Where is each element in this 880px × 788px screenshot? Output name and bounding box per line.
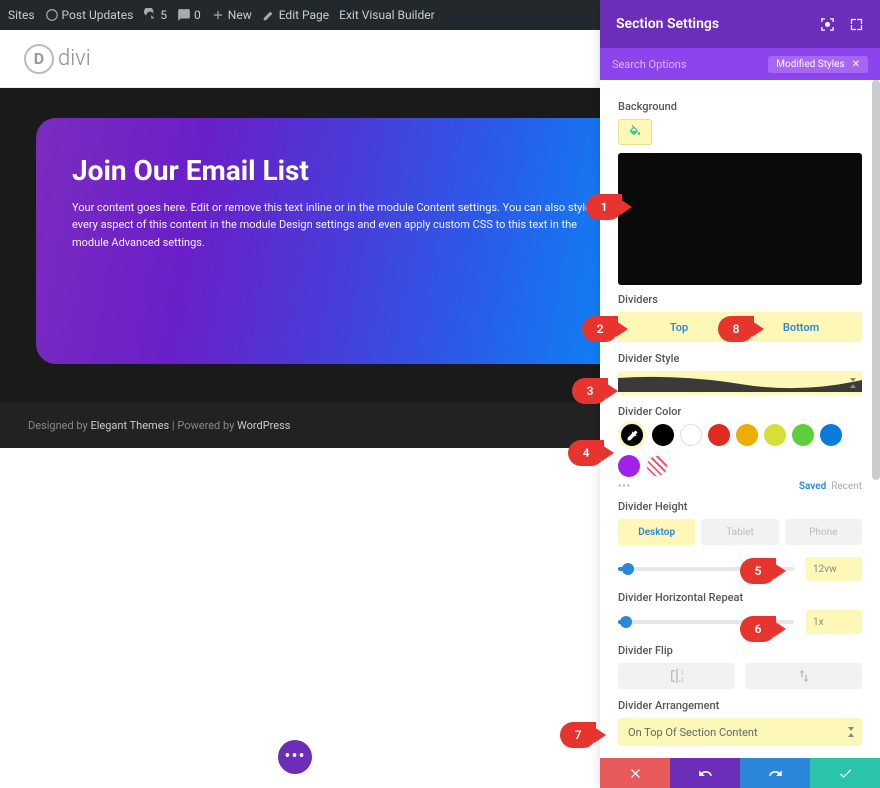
optin-title: Join Our Email List [72, 156, 592, 187]
panel-actions [600, 758, 880, 788]
adminbar-new[interactable]: New [211, 8, 252, 22]
redo-button[interactable] [740, 758, 810, 788]
close-icon[interactable]: ✕ [852, 59, 860, 70]
adminbar-exit-builder[interactable]: Exit Visual Builder [339, 8, 435, 22]
adminbar-refresh[interactable]: 5 [143, 8, 167, 22]
marker-8: 8 [718, 316, 754, 342]
recent-colors[interactable]: Recent [831, 481, 862, 492]
device-phone[interactable]: Phone [785, 519, 862, 545]
dividers-label: Dividers [618, 293, 862, 306]
panel-header: Section Settings [600, 0, 880, 48]
divider-style-select[interactable] [618, 371, 862, 395]
marker-5: 5 [740, 558, 776, 584]
undo-button[interactable] [670, 758, 740, 788]
swatch-none[interactable] [646, 455, 668, 477]
flip-horizontal-button[interactable] [618, 663, 735, 689]
search-options[interactable]: Search Options [612, 58, 687, 71]
adminbar-comments[interactable]: 0 [177, 8, 201, 22]
wordpress-link[interactable]: WordPress [237, 419, 290, 432]
swatch-yellow[interactable] [764, 424, 786, 446]
panel-subheader: Search Options Modified Styles✕ [600, 48, 880, 80]
adminbar-edit-page[interactable]: Edit Page [262, 8, 329, 22]
expand-icon[interactable] [849, 17, 864, 32]
repeat-value[interactable]: 1x [806, 610, 862, 634]
swatch-black[interactable] [652, 424, 674, 446]
modified-styles-chip[interactable]: Modified Styles✕ [768, 56, 868, 73]
optin-description: Your content goes here. Edit or remove t… [72, 199, 592, 252]
background-fill-button[interactable] [618, 119, 652, 145]
device-tablet[interactable]: Tablet [701, 519, 778, 545]
section-settings-panel: Section Settings Search Options Modified… [600, 0, 880, 788]
builder-fab[interactable]: ••• [278, 740, 312, 774]
logo[interactable]: Ddivi [24, 44, 91, 74]
background-label: Background [618, 100, 862, 113]
flip-vertical-button[interactable] [745, 663, 862, 689]
marker-6: 6 [740, 616, 776, 642]
arrangement-select[interactable]: On Top Of Section Content [618, 718, 862, 746]
divider-color-label: Divider Color [618, 405, 862, 418]
more-colors-icon[interactable]: ••• [618, 481, 631, 492]
swatch-orange[interactable] [736, 424, 758, 446]
marker-3: 3 [572, 378, 608, 404]
marker-2: 2 [582, 316, 618, 342]
swatch-blue[interactable] [820, 424, 842, 446]
device-desktop[interactable]: Desktop [618, 519, 695, 545]
divider-repeat-label: Divider Horizontal Repeat [618, 591, 862, 604]
focus-icon[interactable] [820, 17, 835, 32]
adminbar-post-updates[interactable]: Post Updates [45, 8, 134, 22]
swatch-green[interactable] [792, 424, 814, 446]
cancel-button[interactable] [600, 758, 670, 788]
marker-7: 7 [560, 722, 596, 748]
swatch-white[interactable] [680, 424, 702, 446]
swatch-purple[interactable] [618, 455, 640, 477]
divider-arrangement-label: Divider Arrangement [618, 699, 862, 712]
elegant-themes-link[interactable]: Elegant Themes [90, 419, 169, 432]
panel-scrollbar[interactable] [872, 80, 880, 480]
save-button[interactable] [810, 758, 880, 788]
background-preview[interactable] [618, 153, 862, 285]
color-swatches [618, 424, 862, 477]
divider-style-label: Divider Style [618, 352, 862, 365]
swatch-red[interactable] [708, 424, 730, 446]
saved-colors[interactable]: Saved [799, 481, 826, 492]
height-value[interactable]: 12vw [806, 557, 862, 581]
color-picker[interactable] [618, 421, 646, 449]
divider-flip-label: Divider Flip [618, 644, 862, 657]
marker-4: 4 [568, 440, 604, 466]
adminbar-sites[interactable]: Sites [8, 8, 35, 22]
marker-1: 1 [586, 194, 622, 220]
divider-height-label: Divider Height [618, 500, 862, 513]
